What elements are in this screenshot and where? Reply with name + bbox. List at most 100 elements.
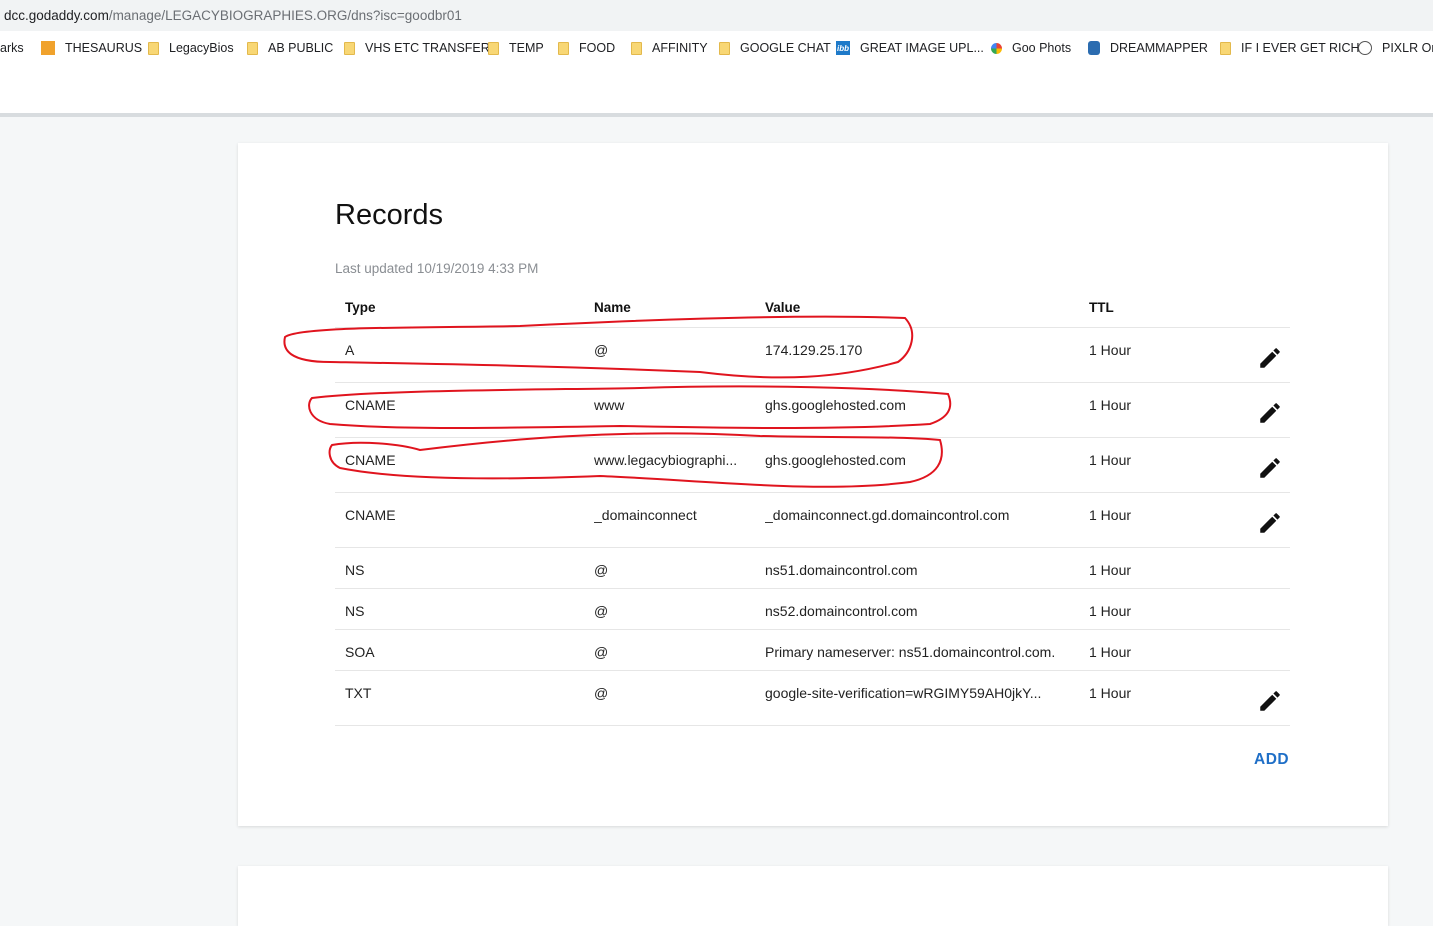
record-name: _domainconnect xyxy=(594,507,697,523)
table-row: CNAME _domainconnect _domainconnect.gd.d… xyxy=(335,493,1290,548)
pencil-icon[interactable] xyxy=(1257,455,1283,481)
secondary-card xyxy=(238,866,1388,926)
record-ttl: 1 Hour xyxy=(1089,452,1132,468)
bookmark-label: AB PUBLIC xyxy=(268,41,334,55)
column-header-name: Name xyxy=(594,300,631,315)
column-header-ttl: TTL xyxy=(1089,300,1114,315)
bookmark-great-image-upl[interactable]: ibb GREAT IMAGE UPL... xyxy=(836,31,984,65)
last-updated-text: Last updated 10/19/2019 4:33 PM xyxy=(335,261,539,276)
record-value: ghs.googlehosted.com xyxy=(765,452,906,468)
google-photos-icon xyxy=(991,42,1002,54)
record-name: @ xyxy=(594,562,609,578)
folder-icon xyxy=(1220,41,1231,55)
record-ttl: 1 Hour xyxy=(1089,562,1132,578)
bookmark-ab-public[interactable]: AB PUBLIC xyxy=(247,31,333,65)
bookmark-goo-phots[interactable]: Goo Phots xyxy=(991,31,1071,65)
column-header-value: Value xyxy=(765,300,801,315)
record-name: www xyxy=(594,397,625,413)
bookmark-vhs-etc-transfer[interactable]: VHS ETC TRANSFER xyxy=(344,31,490,65)
record-name: @ xyxy=(594,603,609,619)
thesaurus-icon xyxy=(41,41,55,55)
url-text[interactable]: dcc.godaddy.com/manage/LEGACYBIOGRAPHIES… xyxy=(4,8,462,23)
bookmark-label: TEMP xyxy=(509,41,544,55)
bookmark-bookmarks[interactable]: arks xyxy=(0,31,24,65)
bookmark-dreammapper[interactable]: DREAMMAPPER xyxy=(1088,31,1208,65)
bookmark-label: DREAMMAPPER xyxy=(1110,41,1208,55)
record-type: A xyxy=(345,342,355,358)
url-host: dcc.godaddy.com xyxy=(4,8,109,23)
pencil-icon[interactable] xyxy=(1257,688,1283,714)
bookmark-affinity[interactable]: AFFINITY xyxy=(631,31,708,65)
record-name: @ xyxy=(594,644,609,660)
pencil-icon[interactable] xyxy=(1257,400,1283,426)
record-ttl: 1 Hour xyxy=(1089,342,1132,358)
records-table: A @ 174.129.25.170 1 Hour CNAME www ghs.… xyxy=(335,328,1290,726)
folder-icon xyxy=(719,41,730,55)
table-row: CNAME www.legacybiographi... ghs.googleh… xyxy=(335,438,1290,493)
record-type: TXT xyxy=(345,685,372,701)
record-type: CNAME xyxy=(345,452,396,468)
url-path: /manage/LEGACYBIOGRAPHIES.ORG/dns?isc=go… xyxy=(108,8,462,23)
record-ttl: 1 Hour xyxy=(1089,507,1132,523)
dreammapper-icon xyxy=(1088,41,1100,55)
bookmark-label: GREAT IMAGE UPL... xyxy=(860,41,984,55)
bookmark-label: THESAURUS xyxy=(65,41,143,55)
record-type: CNAME xyxy=(345,397,396,413)
folder-icon xyxy=(488,41,499,55)
record-type: NS xyxy=(345,562,365,578)
bookmark-food[interactable]: FOOD xyxy=(558,31,615,65)
bookmark-if-i-ever-get-rich[interactable]: IF I EVER GET RICH xyxy=(1220,31,1360,65)
record-ttl: 1 Hour xyxy=(1089,685,1132,701)
app-header xyxy=(0,65,1433,113)
record-type: SOA xyxy=(345,644,375,660)
bookmark-pixlr[interactable]: PIXLR Onl xyxy=(1358,31,1433,65)
record-name: www.legacybiographi... xyxy=(594,452,738,468)
bookmark-label: Goo Phots xyxy=(1012,41,1072,55)
bookmark-label: arks xyxy=(0,41,24,55)
record-value: ns51.domaincontrol.com xyxy=(765,562,918,578)
records-card: Records Last updated 10/19/2019 4:33 PM … xyxy=(238,143,1388,826)
bookmark-google-chat[interactable]: GOOGLE CHAT xyxy=(719,31,831,65)
record-value: ns52.domaincontrol.com xyxy=(765,603,918,619)
folder-icon xyxy=(344,41,355,55)
table-row: SOA @ Primary nameserver: ns51.domaincon… xyxy=(335,630,1290,671)
record-name: @ xyxy=(594,342,609,358)
record-ttl: 1 Hour xyxy=(1089,644,1132,660)
bookmark-label: GOOGLE CHAT xyxy=(740,41,831,55)
record-value: Primary nameserver: ns51.domaincontrol.c… xyxy=(765,644,1056,660)
record-value: google-site-verification=wRGIMY59AH0jkY.… xyxy=(765,685,1042,701)
page-title: Records xyxy=(335,199,443,231)
record-type: CNAME xyxy=(345,507,396,523)
ibb-icon: ibb xyxy=(836,41,850,55)
bookmark-label: PIXLR Onl xyxy=(1382,41,1433,55)
record-name: @ xyxy=(594,685,609,701)
pencil-icon[interactable] xyxy=(1257,345,1283,371)
bookmark-label: FOOD xyxy=(579,41,616,55)
folder-icon xyxy=(558,41,569,55)
table-row: TXT @ google-site-verification=wRGIMY59A… xyxy=(335,671,1290,726)
bookmark-label: LegacyBios xyxy=(169,41,234,55)
header-divider xyxy=(0,113,1433,117)
record-ttl: 1 Hour xyxy=(1089,397,1132,413)
bookmark-legacybios[interactable]: LegacyBios xyxy=(148,31,234,65)
record-value: _domainconnect.gd.domaincontrol.com xyxy=(765,507,1010,523)
bookmark-temp[interactable]: TEMP xyxy=(488,31,544,65)
record-type: NS xyxy=(345,603,365,619)
table-row: CNAME www ghs.googlehosted.com 1 Hour xyxy=(335,383,1290,438)
bookmark-label: VHS ETC TRANSFER xyxy=(365,41,490,55)
folder-icon xyxy=(631,41,642,55)
pixlr-icon xyxy=(1358,41,1372,55)
table-row: NS @ ns52.domaincontrol.com 1 Hour xyxy=(335,589,1290,630)
pencil-icon[interactable] xyxy=(1257,510,1283,536)
add-record-button[interactable]: ADD xyxy=(1254,751,1289,769)
table-row: NS @ ns51.domaincontrol.com 1 Hour xyxy=(335,548,1290,589)
address-bar[interactable]: dcc.godaddy.com/manage/LEGACYBIOGRAPHIES… xyxy=(0,0,1433,31)
bookmark-label: AFFINITY xyxy=(652,41,708,55)
table-header: Type Name Value TTL xyxy=(335,296,1290,328)
record-value: ghs.googlehosted.com xyxy=(765,397,906,413)
bookmarks-bar: arks THESAURUS LegacyBios AB PUBLIC VHS … xyxy=(0,31,1433,65)
bookmark-thesaurus[interactable]: THESAURUS xyxy=(41,31,142,65)
table-row: A @ 174.129.25.170 1 Hour xyxy=(335,328,1290,383)
column-header-type: Type xyxy=(345,300,376,315)
record-value: 174.129.25.170 xyxy=(765,342,863,358)
